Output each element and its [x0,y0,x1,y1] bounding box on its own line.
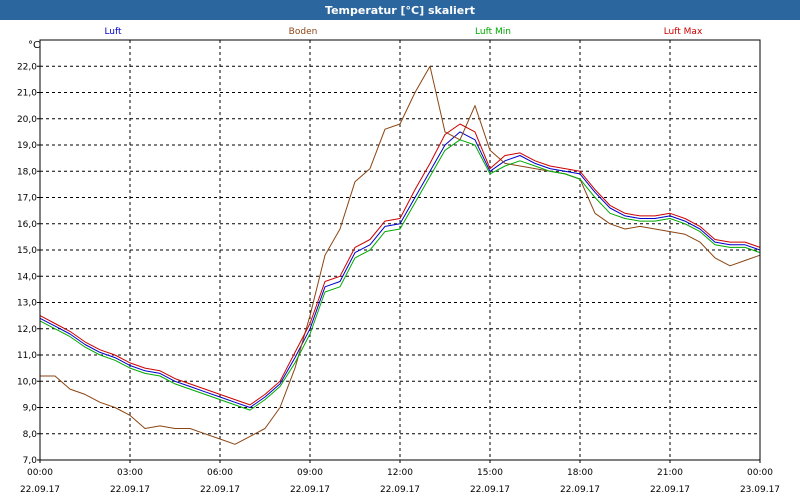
x-tick-date: 22.09.17 [470,485,510,495]
x-tick-time: 18:00 [567,468,593,478]
x-tick-time: 12:00 [387,468,413,478]
y-tick-label: 19,0 [17,141,37,151]
y-tick-labels: 7,0 8,0 9,0 10,0 11,0 12,0 13,0 14,0 15,0 16,0 17,… [17,62,40,466]
legend-entry: Luft Min [475,27,511,37]
y-tick-label: 11,0 [17,351,37,361]
legend-entry: Luft [104,27,122,37]
x-tick-date: 22.09.17 [380,485,420,495]
legend: Luft Boden Luft Min Luft Max [104,27,703,37]
series-line [40,65,761,445]
x-tick-time: 15:00 [477,468,503,478]
x-tick-time: 06:00 [207,468,233,478]
x-tick-date: 22.09.17 [650,485,690,495]
y-tick-label: 10,0 [17,377,37,387]
legend-entry: Luft Max [664,27,703,37]
x-tick-date: 22.09.17 [290,485,330,495]
y-tick-label: 15,0 [17,246,37,256]
temperature-chart: Luft Boden Luft Min Luft Max °C 7,0 8,0 9,0 10… [17,27,780,495]
y-tick-label: 14,0 [17,272,37,282]
y-tick-label: 17,0 [17,194,37,204]
y-tick-label: 18,0 [17,167,37,177]
x-tick-time: 21:00 [657,468,683,478]
x-tick-labels: 00:00 22.09.17 03:00 22.09.17 06:00 22.09.17 0… [20,460,780,495]
y-tick-label: 20,0 [17,115,37,125]
x-tick-date: 22.09.17 [110,485,150,495]
y-tick-label: 13,0 [17,299,37,309]
y-tick-label: 7,0 [23,456,38,466]
y-tick-label: 22,0 [17,62,37,72]
x-tick-time: 00:00 [747,468,773,478]
x-tick-date: 22.09.17 [560,485,600,495]
series-lines [39,65,761,445]
x-tick-time: 09:00 [297,468,323,478]
y-tick-label: 9,0 [23,404,38,414]
grid-lines [40,40,760,460]
y-tick-label: 16,0 [17,220,37,230]
y-axis-label: °C [28,40,40,51]
legend-entry: Boden [289,27,318,37]
window-title: Temperatur [°C] skaliert [0,0,800,20]
x-tick-time: 00:00 [27,468,53,478]
x-tick-time: 03:00 [117,468,143,478]
x-tick-date: 23.09.17 [740,485,780,495]
y-tick-label: 12,0 [17,325,37,335]
x-tick-date: 22.09.17 [200,485,240,495]
y-tick-label: 8,0 [23,430,38,440]
y-tick-label: 21,0 [17,89,37,99]
chart-window: Temperatur [°C] skaliert Luft Boden Luft M… [0,0,800,500]
x-tick-date: 22.09.17 [20,485,60,495]
